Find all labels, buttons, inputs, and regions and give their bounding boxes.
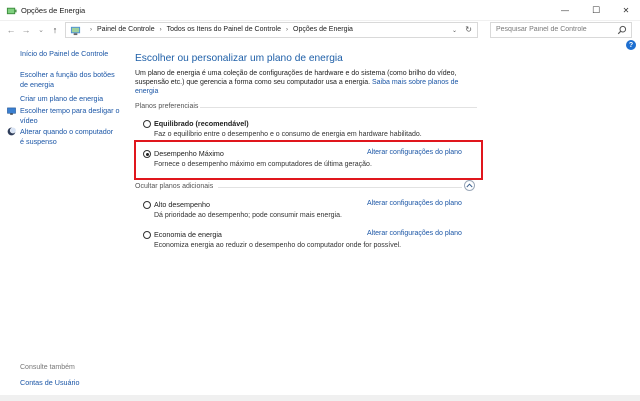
divider (200, 107, 477, 108)
up-arrow-icon: ↑ (52, 25, 58, 35)
plan-description: Dá prioridade ao desempenho; pode consum… (154, 212, 342, 219)
chevron-up-icon (466, 183, 473, 188)
monitor-icon (7, 107, 16, 115)
plan-name: Alto desempenho (154, 200, 210, 209)
plan-name: Equilibrado (recomendável) (154, 119, 249, 128)
up-button[interactable]: ↑ (49, 24, 61, 36)
back-button[interactable]: ← (5, 24, 17, 36)
breadcrumb-item-todos[interactable]: Todos os Itens do Painel de Controle (167, 26, 281, 33)
window-title: Opções de Energia (21, 6, 86, 15)
plan-radio[interactable] (143, 201, 151, 209)
breadcrumb-item-opcoes[interactable]: Opções de Energia (293, 26, 353, 33)
maximize-button[interactable]: ☐ (581, 0, 611, 21)
control-panel-icon (70, 26, 81, 36)
breadcrumb-item-painel[interactable]: Painel de Controle (97, 26, 155, 33)
back-arrow-icon: ← (6, 25, 16, 35)
breadcrumb-separator: › (159, 26, 162, 33)
address-row: ← → ⌄ ↑ › Painel de Controle › Todos os … (0, 21, 640, 39)
refresh-icon[interactable]: ↻ (465, 25, 472, 34)
highlight-box (134, 140, 483, 180)
chevron-down-icon: ⌄ (38, 27, 44, 34)
plan-radio[interactable] (143, 231, 151, 239)
sidebar-item-home[interactable]: Início do Painel de Controle (20, 49, 108, 59)
help-button[interactable]: ? (626, 40, 636, 50)
minimize-button[interactable]: — (550, 0, 580, 21)
forward-arrow-icon: → (21, 25, 31, 35)
window-bottom-edge (0, 395, 640, 401)
page-title: Escolher ou personalizar um plano de ene… (135, 53, 343, 64)
plan-description: Faz o equilíbrio entre o desempenho e o … (154, 131, 422, 138)
close-button[interactable]: ✕ (611, 0, 640, 21)
plan-radio[interactable] (143, 120, 151, 128)
see-also-heading: Consulte também (20, 364, 75, 371)
search-box (490, 22, 632, 38)
search-input[interactable] (496, 26, 611, 33)
change-plan-settings-link[interactable]: Alterar configurações do plano (367, 230, 462, 237)
sidebar-item-create-plan[interactable]: Criar um plano de energia (20, 94, 103, 104)
divider (218, 187, 462, 188)
see-also-user-accounts[interactable]: Contas de Usuário (20, 378, 80, 388)
hide-additional-plans-heading[interactable]: Ocultar planos adicionais (135, 183, 213, 190)
breadcrumb: › Painel de Controle › Todos os Itens do… (90, 26, 353, 33)
search-icon[interactable] (617, 25, 627, 35)
sidebar-item-display-off[interactable]: Escolher tempo para desligar o vídeo (20, 106, 119, 125)
sidebar-item-sleep[interactable]: Alterar quando o computador é suspenso (20, 127, 113, 146)
preferred-plans-heading: Planos preferenciais (135, 103, 199, 110)
title-bar: Opções de Energia — ☐ ✕ (0, 0, 640, 21)
power-options-icon (6, 7, 17, 15)
change-plan-settings-link[interactable]: Alterar configurações do plano (367, 200, 462, 207)
recent-locations-button[interactable]: ⌄ (35, 24, 47, 36)
sidebar-item-power-buttons[interactable]: Escolher a função dos botões de energia (20, 70, 115, 89)
help-icon: ? (628, 41, 634, 49)
moon-icon (7, 127, 16, 136)
close-icon: ✕ (622, 6, 630, 15)
address-dropdown-icon[interactable]: ⌄ (452, 27, 457, 34)
plan-name: Economia de energia (154, 230, 222, 239)
left-navigation: Início do Painel de Controle Escolher a … (0, 39, 128, 401)
address-bar[interactable]: › Painel de Controle › Todos os Itens do… (65, 22, 478, 38)
plan-description: Economiza energia ao reduzir o desempenh… (154, 242, 402, 249)
forward-button[interactable]: → (20, 24, 32, 36)
breadcrumb-separator: › (286, 26, 288, 33)
collapse-button[interactable] (464, 180, 475, 191)
maximize-icon: ☐ (591, 5, 601, 15)
intro-text: Um plano de energia é uma coleção de con… (135, 70, 459, 95)
minimize-icon: — (561, 6, 569, 15)
breadcrumb-separator: › (90, 26, 92, 33)
